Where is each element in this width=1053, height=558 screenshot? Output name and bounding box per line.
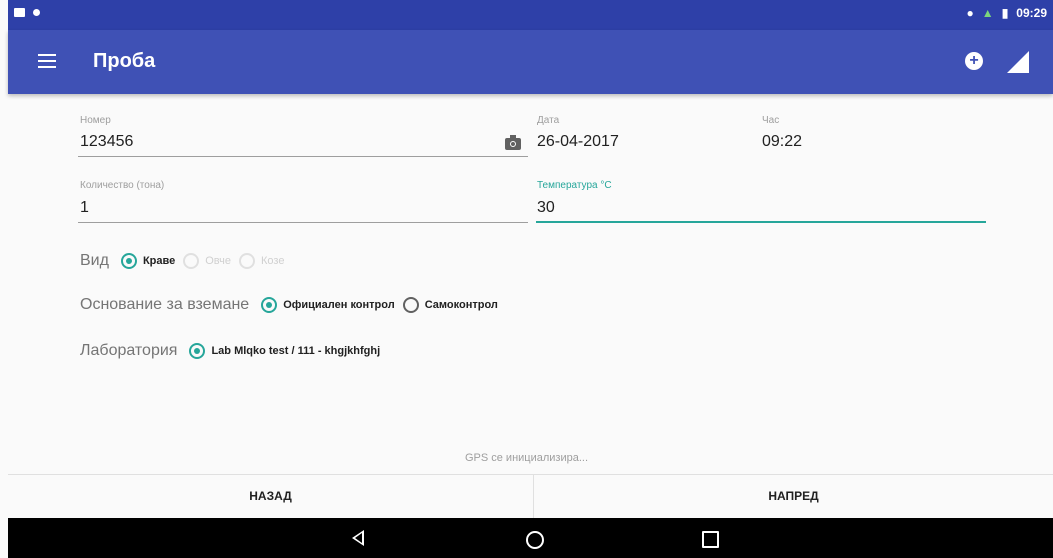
quantity-label: Количество (тона) [80, 180, 165, 191]
hour-field[interactable]: 09:22 [762, 133, 802, 151]
basis-row: Основание за вземане Официален контрол С… [80, 296, 506, 314]
number-underline [78, 156, 528, 157]
status-right: ● ▲ ▮ 09:29 [967, 6, 1047, 20]
hour-label: Час [762, 115, 780, 126]
add-icon[interactable]: + [965, 52, 983, 70]
menu-icon[interactable] [38, 54, 56, 68]
basis-option-self[interactable]: Самоконтрол [402, 297, 498, 313]
kind-option-goat[interactable]: Козе [239, 253, 284, 269]
radio-checked-icon [120, 253, 137, 269]
camera-icon[interactable] [505, 135, 521, 150]
laboratory-label: Лаборатория [80, 342, 178, 359]
next-button[interactable]: НАПРЕД [534, 475, 1053, 518]
basis-option-official[interactable]: Официален контрол [261, 297, 395, 313]
laboratory-option[interactable]: Lab Mlqko test / 111 - khgjkhfghj [189, 343, 380, 359]
kind-option-sheep[interactable]: Овче [183, 253, 231, 269]
nav-recent-apps-icon[interactable] [702, 531, 719, 548]
radio-icon [183, 253, 200, 269]
date-field[interactable]: 26-04-2017 [537, 133, 619, 151]
notification-dot-icon [33, 9, 40, 16]
quantity-field[interactable]: 1 [80, 199, 89, 217]
location-icon: ● [966, 6, 974, 20]
navigation-bar [8, 518, 1053, 558]
kind-option-cow[interactable]: Краве [120, 253, 175, 269]
battery-icon: ▮ [1001, 6, 1009, 20]
app-bar: Проба + [8, 30, 1053, 94]
date-label: Дата [537, 115, 560, 126]
nav-back-icon[interactable] [352, 530, 364, 546]
quantity-underline [78, 222, 528, 223]
signal-action-icon[interactable] [1007, 51, 1029, 73]
temperature-label: Температура °C [537, 180, 612, 191]
laboratory-row: Лаборатория Lab Mlqko test / 111 - khgjk… [80, 342, 388, 360]
signal-icon: ▲ [981, 6, 994, 20]
radio-checked-icon [261, 297, 278, 313]
notification-icon [14, 8, 25, 17]
page-title: Проба [93, 50, 156, 72]
number-label: Номер [80, 115, 111, 126]
radio-checked-icon [189, 343, 206, 359]
status-bar: ● ▲ ▮ 09:29 [8, 0, 1053, 30]
status-left-icons [14, 8, 40, 17]
temperature-field[interactable]: 30 [537, 199, 555, 217]
temperature-underline [536, 221, 986, 223]
number-field[interactable]: 123456 [80, 133, 133, 151]
status-time: 09:29 [1016, 6, 1047, 20]
basis-label: Основание за вземане [80, 296, 250, 313]
gps-status: GPS се инициализира... [464, 452, 589, 464]
radio-icon [402, 297, 419, 313]
kind-row: Вид Краве Овче Козе [80, 252, 292, 270]
back-button[interactable]: НАЗАД [8, 475, 533, 518]
kind-label: Вид [80, 252, 109, 269]
nav-home-icon[interactable] [526, 531, 544, 549]
radio-icon [239, 253, 256, 269]
